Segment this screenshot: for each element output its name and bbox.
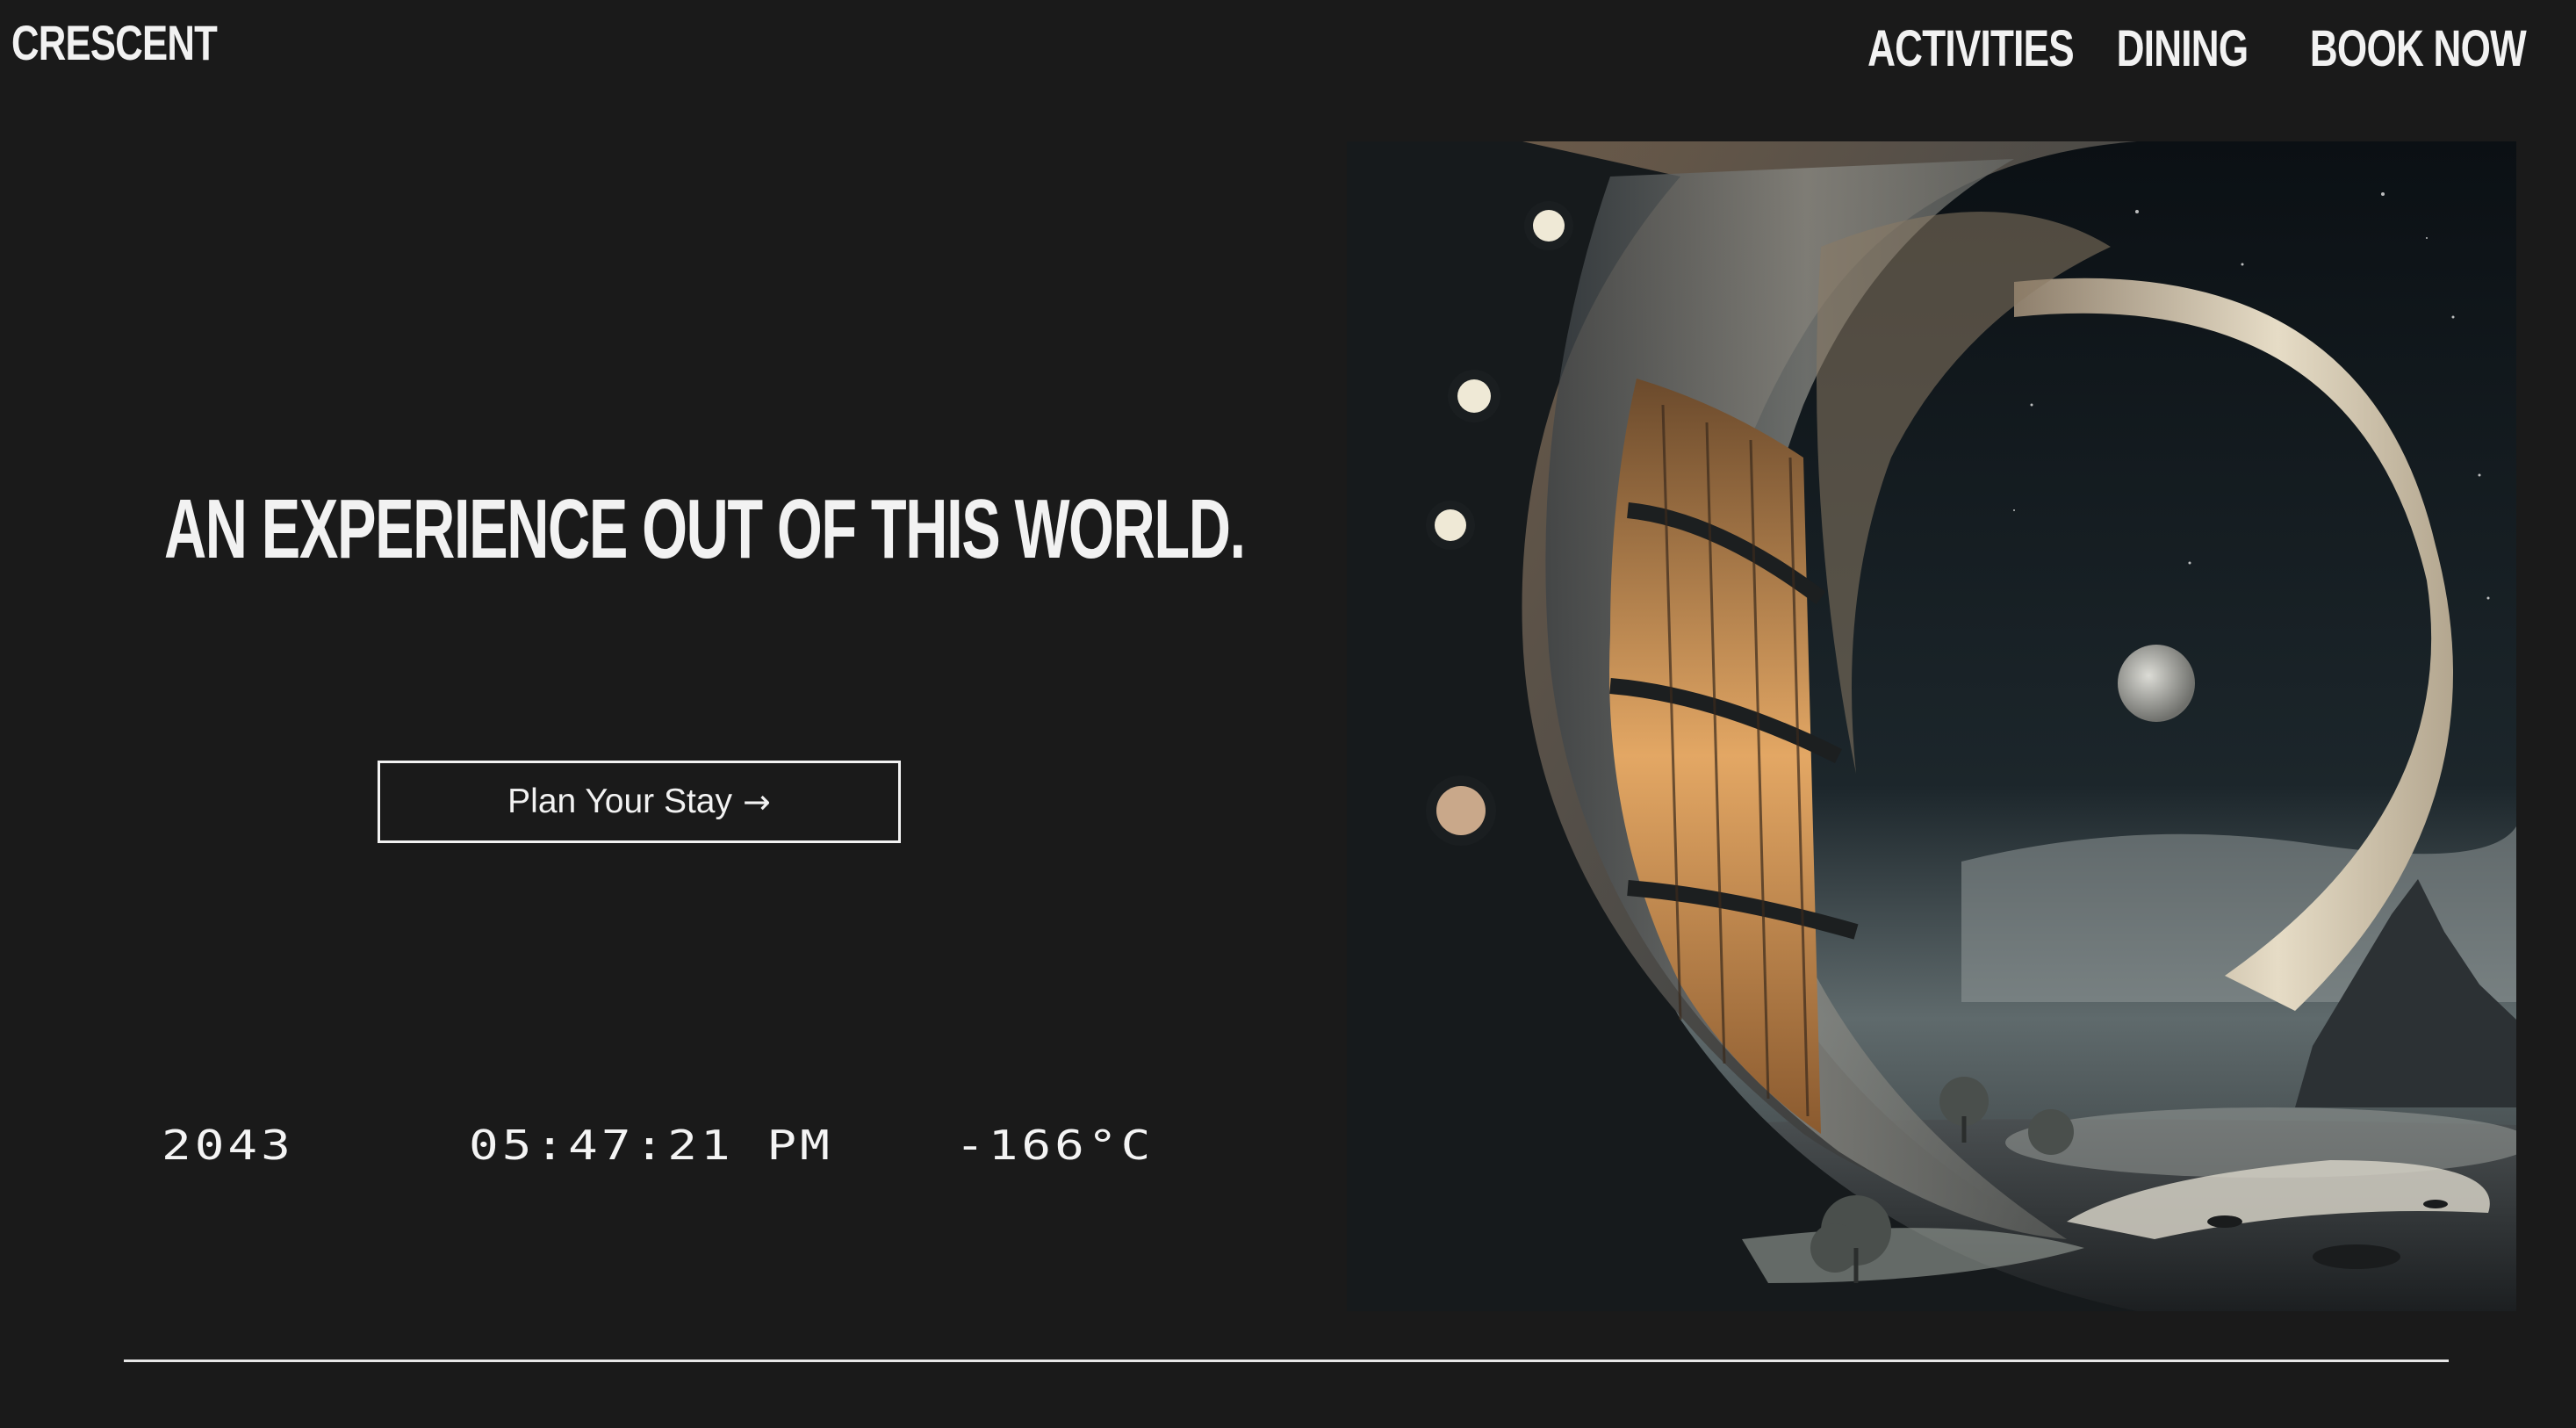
plan-your-stay-button[interactable]: Plan Your Stay → xyxy=(378,761,901,843)
hero-headline: AN EXPERIENCE OUT OF THIS WORLD. xyxy=(164,482,1246,576)
landing-page: CRESCENT ACTIVITIES DINING BOOK NOW AN E… xyxy=(0,0,2576,1428)
time-readout: 05:47:21 PM xyxy=(469,1122,833,1170)
nav-item-activities[interactable]: ACTIVITIES xyxy=(1867,19,2075,78)
section-divider xyxy=(124,1359,2449,1362)
main-nav: ACTIVITIES DINING BOOK NOW xyxy=(1835,19,2560,78)
cta-label: Plan Your Stay xyxy=(507,783,733,820)
nav-item-dining[interactable]: DINING xyxy=(2117,19,2249,78)
temperature-readout: -166°C xyxy=(955,1122,1155,1170)
year-readout: 2043 xyxy=(162,1122,294,1170)
nav-item-book-now[interactable]: BOOK NOW xyxy=(2310,19,2527,78)
hero-image xyxy=(1347,141,2516,1311)
site-logo[interactable]: CRESCENT xyxy=(11,14,218,71)
arrow-right-icon: → xyxy=(743,783,771,821)
